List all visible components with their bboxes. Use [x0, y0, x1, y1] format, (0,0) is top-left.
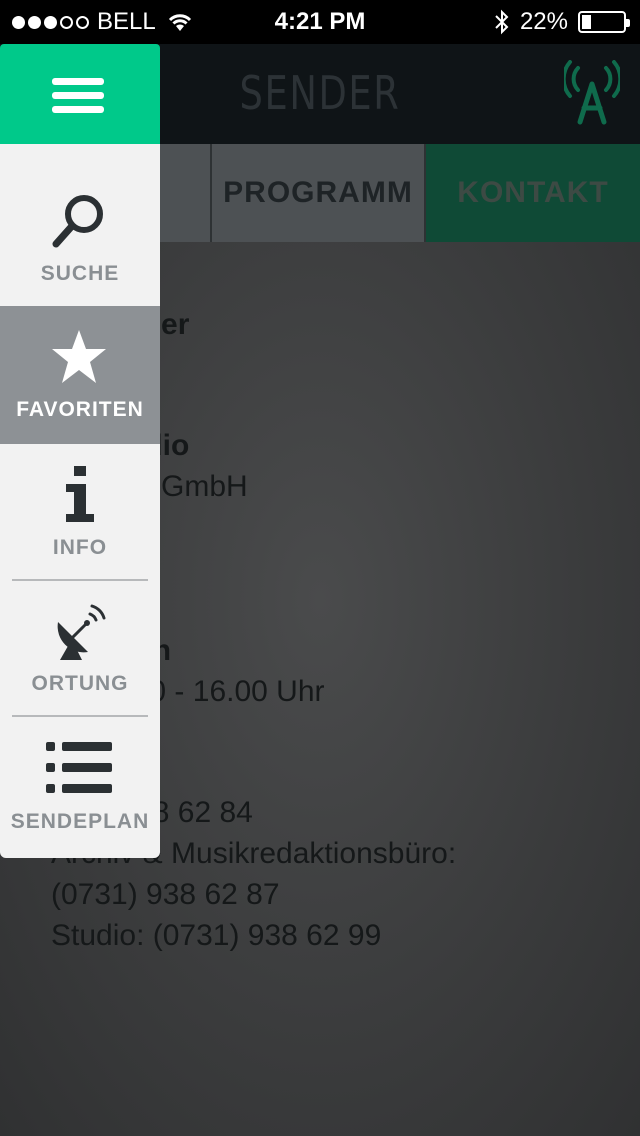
antenna-icon[interactable] — [564, 60, 620, 128]
battery-percent: 22% — [519, 8, 568, 35]
menu-item-label: INFO — [52, 536, 108, 559]
menu-item-favoriten[interactable]: FAVORITEN — [0, 306, 160, 444]
side-menu: SUCHE FAVORITEN INFO ORTUNG SENDEPLAN — [0, 144, 160, 858]
battery-icon — [578, 11, 630, 33]
list-icon — [46, 742, 112, 793]
menu-toggle-button[interactable] — [0, 44, 160, 162]
status-bar: BELL 4:21 PM 22% — [0, 0, 640, 44]
menu-item-sendeplan[interactable]: SENDEPLAN — [0, 716, 160, 858]
menu-item-suche[interactable]: SUCHE — [0, 144, 160, 306]
phone-line[interactable]: (0731) 938 62 87 — [51, 874, 631, 915]
menu-item-label: FAVORITEN — [16, 398, 144, 421]
tab-kontakt[interactable]: KONTAKT — [426, 144, 640, 242]
hamburger-icon — [52, 78, 104, 120]
search-icon — [52, 195, 103, 248]
phone-line[interactable]: Studio: (0731) 938 62 99 — [51, 915, 631, 956]
star-icon — [52, 330, 106, 383]
satellite-dish-icon — [57, 604, 106, 660]
menu-item-label: SENDEPLAN — [10, 810, 150, 833]
tab-programm[interactable]: PROGRAMM — [212, 144, 426, 242]
menu-item-label: ORTUNG — [31, 672, 129, 695]
info-icon — [66, 466, 94, 522]
bluetooth-icon — [495, 9, 509, 35]
battery-level — [582, 15, 591, 29]
menu-item-ortung[interactable]: ORTUNG — [0, 580, 160, 716]
menu-item-label: SUCHE — [40, 262, 120, 285]
menu-item-info[interactable]: INFO — [0, 444, 160, 580]
status-right: 22% — [494, 8, 630, 36]
